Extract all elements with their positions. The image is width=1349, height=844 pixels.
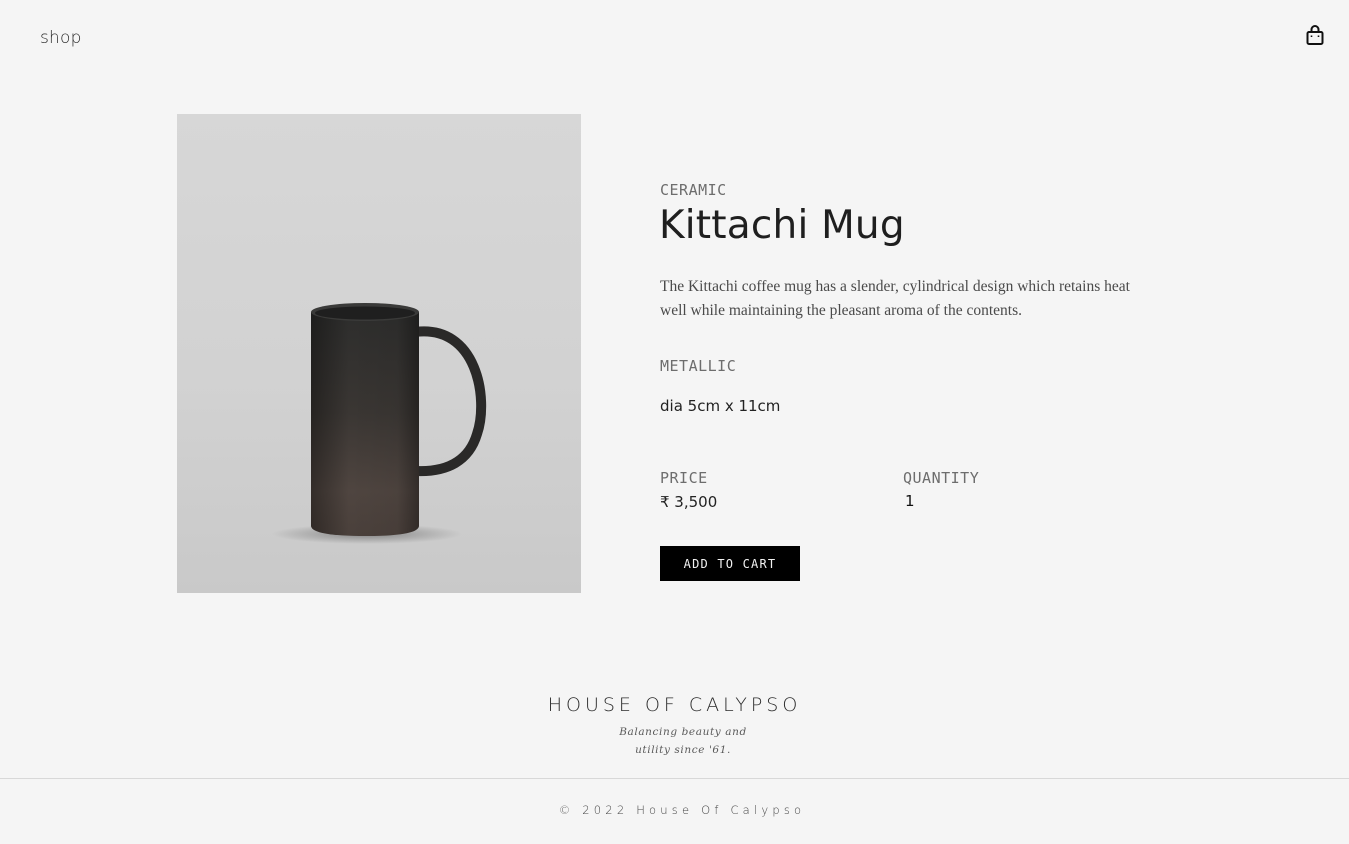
footer-tagline-line1: Balancing beauty and (619, 726, 747, 738)
mug-photo (177, 114, 581, 593)
product-image (177, 114, 581, 593)
product-page: shop CERAMIC Kittachi Mug The Kittachi c… (0, 0, 1349, 844)
quantity-value[interactable]: 1 (905, 492, 915, 510)
cart-button[interactable] (1305, 24, 1327, 46)
footer-copyright: © 2022 House Of Calypso (558, 803, 806, 817)
nav-shop-link[interactable]: shop (40, 28, 82, 48)
footer-brand: HOUSE OF CALYPSO (547, 694, 802, 716)
quantity-label: QUANTITY (903, 469, 980, 487)
price-value: ₹ 3,500 (660, 493, 718, 511)
price-label: PRICE (660, 469, 708, 487)
footer-tagline: Balancing beauty and utility since '61. (0, 723, 1349, 759)
add-to-cart-button[interactable]: ADD TO CART (660, 546, 800, 581)
product-description: The Kittachi coffee mug has a slender, c… (660, 278, 1130, 319)
footer-divider (0, 778, 1349, 779)
product-title: Kittachi Mug (659, 203, 905, 248)
footer-tagline-line2: utility since '61. (635, 744, 731, 756)
product-dimensions: dia 5cm x 11cm (660, 397, 781, 415)
shopping-bag-icon (1306, 25, 1324, 45)
product-category: CERAMIC (660, 181, 727, 199)
product-finish: METALLIC (660, 357, 737, 375)
